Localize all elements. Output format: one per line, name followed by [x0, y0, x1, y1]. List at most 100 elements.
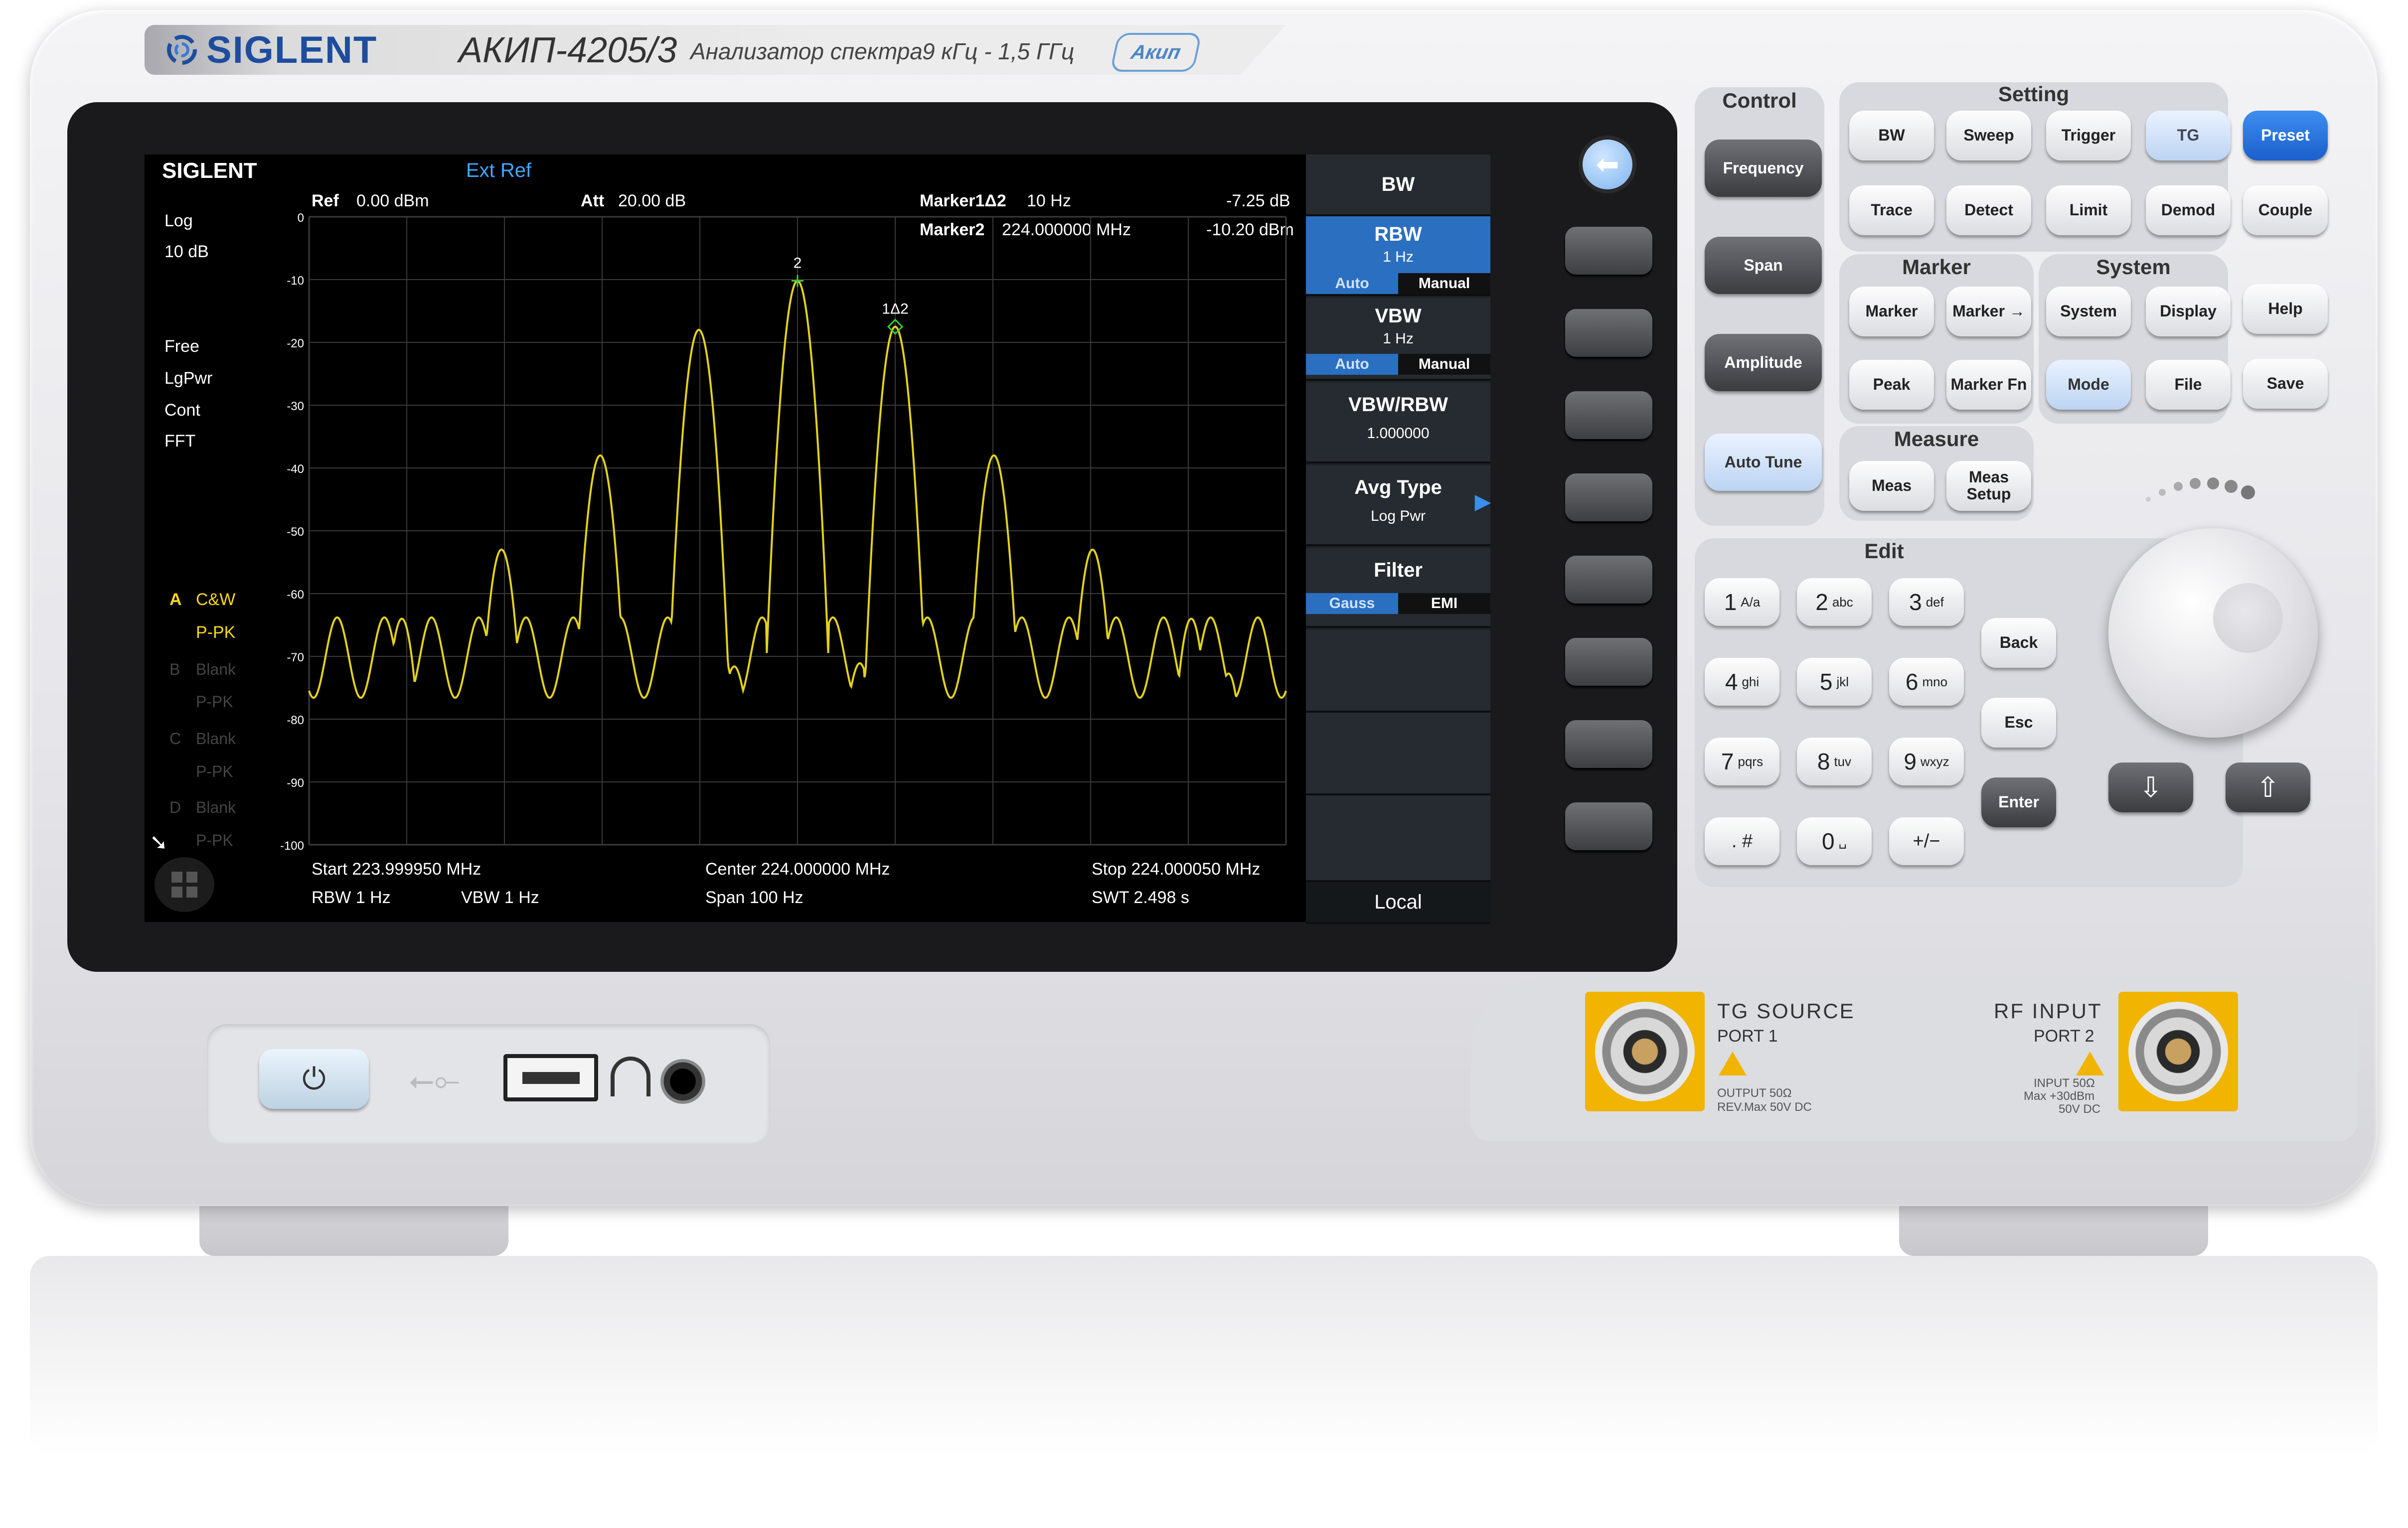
esc-button[interactable]: Esc: [1981, 698, 2056, 748]
vbw-toggle[interactable]: Auto Manual: [1306, 354, 1490, 375]
trace-c-letter: C: [169, 730, 181, 748]
marker-button[interactable]: Marker: [1849, 287, 1934, 336]
back-button[interactable]: Back: [1981, 618, 2056, 668]
tg-source-connector[interactable]: [1595, 1002, 1695, 1101]
softkey-2[interactable]: [1565, 309, 1652, 357]
siglent-swirl-icon: [167, 35, 197, 65]
file-button[interactable]: File: [2146, 360, 2231, 410]
filter-toggle[interactable]: Gauss EMI: [1306, 593, 1490, 614]
detect-button[interactable]: Detect: [1946, 185, 2031, 235]
y-tick-label: -60: [287, 588, 304, 602]
menu-rbw[interactable]: RBW 1 Hz Auto Manual: [1306, 216, 1490, 296]
couple-button[interactable]: Couple: [2243, 185, 2328, 235]
menu-vbw-rbw[interactable]: VBW/RBW 1.000000: [1306, 383, 1490, 463]
rf-input-connector[interactable]: [2128, 1002, 2228, 1101]
rbw-toggle[interactable]: Auto Manual: [1306, 273, 1490, 294]
meas-button[interactable]: Meas: [1849, 461, 1934, 511]
display-button[interactable]: Display: [2146, 287, 2231, 336]
limit-button[interactable]: Limit: [2046, 185, 2131, 235]
help-button[interactable]: Help: [2243, 284, 2328, 334]
usb-port[interactable]: [503, 1054, 598, 1101]
menu-empty-8[interactable]: [1306, 795, 1490, 882]
return-button[interactable]: ⬅: [1583, 140, 1632, 189]
amplitude-button[interactable]: Amplitude: [1705, 334, 1822, 391]
rotary-knob[interactable]: [2108, 528, 2318, 738]
menu-vbw[interactable]: VBW 1 Hz Auto Manual: [1306, 298, 1490, 381]
meas-setup-button[interactable]: Meas Setup: [1946, 461, 2031, 511]
rbw-label: RBW: [1374, 223, 1422, 245]
key-plus-minus[interactable]: +/−: [1889, 817, 1964, 865]
up-arrow-button[interactable]: ⇧: [2226, 763, 2310, 812]
system-button[interactable]: System: [2046, 287, 2131, 336]
usb-icon: ⭠⟜: [409, 1062, 460, 1098]
frequency-button[interactable]: Frequency: [1705, 140, 1822, 197]
power-button[interactable]: ⏻: [259, 1049, 369, 1109]
marker-layer: 2 1Δ2: [792, 255, 909, 335]
menu-grid-button[interactable]: [155, 857, 214, 912]
key-4[interactable]: 4 ghi: [1705, 658, 1779, 706]
key-2[interactable]: 2 abc: [1797, 578, 1872, 626]
softkey-8[interactable]: [1565, 802, 1652, 850]
measure-title: Measure: [1894, 427, 1979, 451]
softkey-1[interactable]: [1565, 227, 1652, 275]
rf-spec-input: INPUT 50Ω: [2034, 1076, 2095, 1090]
rbw-manual[interactable]: Manual: [1398, 273, 1490, 294]
trigger-button[interactable]: Trigger: [2046, 111, 2131, 160]
softkey-6[interactable]: [1565, 638, 1652, 686]
avg-type: LgPwr: [164, 369, 213, 388]
key-0[interactable]: 0 ␣: [1797, 817, 1872, 865]
auto-tune-button[interactable]: Auto Tune: [1705, 434, 1822, 491]
rf-spec-dc: 50V DC: [2059, 1102, 2101, 1116]
softkey-5[interactable]: [1565, 556, 1652, 604]
menu-filter[interactable]: Filter Gauss EMI: [1306, 548, 1490, 628]
enter-button[interactable]: Enter: [1981, 777, 2056, 827]
key-6[interactable]: 6 mno: [1889, 658, 1964, 706]
bw-button[interactable]: BW: [1849, 111, 1934, 160]
key-5[interactable]: 5 jkl: [1797, 658, 1872, 706]
trace-b-letter: B: [169, 660, 180, 678]
vbw-rbw-value: 1.000000: [1367, 425, 1430, 442]
submenu-arrow-icon: ▶: [1475, 491, 1490, 513]
trace-button[interactable]: Trace: [1849, 185, 1934, 235]
key-9[interactable]: 9 wxyz: [1889, 738, 1964, 785]
span-button[interactable]: Span: [1705, 237, 1822, 294]
tg-button[interactable]: TG: [2146, 111, 2231, 160]
demod-button[interactable]: Demod: [2146, 185, 2231, 235]
marker-to-button[interactable]: Marker →: [1946, 287, 2031, 336]
key-3[interactable]: 3 def: [1889, 578, 1964, 626]
down-arrow-button[interactable]: ⇩: [2108, 763, 2193, 812]
menu-avg-type[interactable]: Avg Type Log Pwr ▶: [1306, 465, 1490, 546]
softkey-7[interactable]: [1565, 720, 1652, 768]
softkey-4[interactable]: [1565, 473, 1652, 521]
trace-b-detector: P-PK: [196, 693, 233, 711]
arrow-down-icon: ⇩: [2139, 771, 2163, 803]
key-8[interactable]: 8 tuv: [1797, 738, 1872, 785]
key-7[interactable]: 7 pqrs: [1705, 738, 1779, 785]
akip-logo: Акип: [1110, 33, 1202, 72]
vbw-readout: VBW 1 Hz: [461, 888, 539, 907]
marker-fn-button[interactable]: Marker Fn: [1946, 360, 2031, 410]
scale-type: Log: [164, 211, 193, 230]
preset-button[interactable]: Preset: [2243, 111, 2328, 160]
y-tick-label: -70: [287, 651, 304, 664]
audio-jack[interactable]: [660, 1059, 705, 1104]
vbw-label: VBW: [1375, 305, 1422, 327]
vbw-value: 1 Hz: [1383, 330, 1414, 347]
menu-empty-7[interactable]: [1306, 713, 1490, 795]
menu-empty-6[interactable]: [1306, 630, 1490, 713]
mode-button[interactable]: Mode: [2046, 360, 2131, 410]
sweep-button[interactable]: Sweep: [1946, 111, 2031, 160]
stop-frequency: Stop 224.000050 MHz: [1092, 860, 1261, 879]
vbw-manual[interactable]: Manual: [1398, 354, 1490, 375]
save-button[interactable]: Save: [2243, 359, 2328, 409]
filter-emi[interactable]: EMI: [1398, 593, 1490, 614]
softkey-3[interactable]: [1565, 391, 1652, 439]
filter-gauss[interactable]: Gauss: [1306, 593, 1398, 614]
rbw-auto[interactable]: Auto: [1306, 273, 1398, 294]
vbw-auto[interactable]: Auto: [1306, 354, 1398, 375]
key-1[interactable]: 1 A/a: [1705, 578, 1779, 626]
key-dot-hash[interactable]: . #: [1705, 817, 1779, 865]
y-tick-label: -50: [287, 525, 304, 539]
y-tick-label: -20: [287, 337, 304, 350]
peak-button[interactable]: Peak: [1849, 360, 1934, 410]
